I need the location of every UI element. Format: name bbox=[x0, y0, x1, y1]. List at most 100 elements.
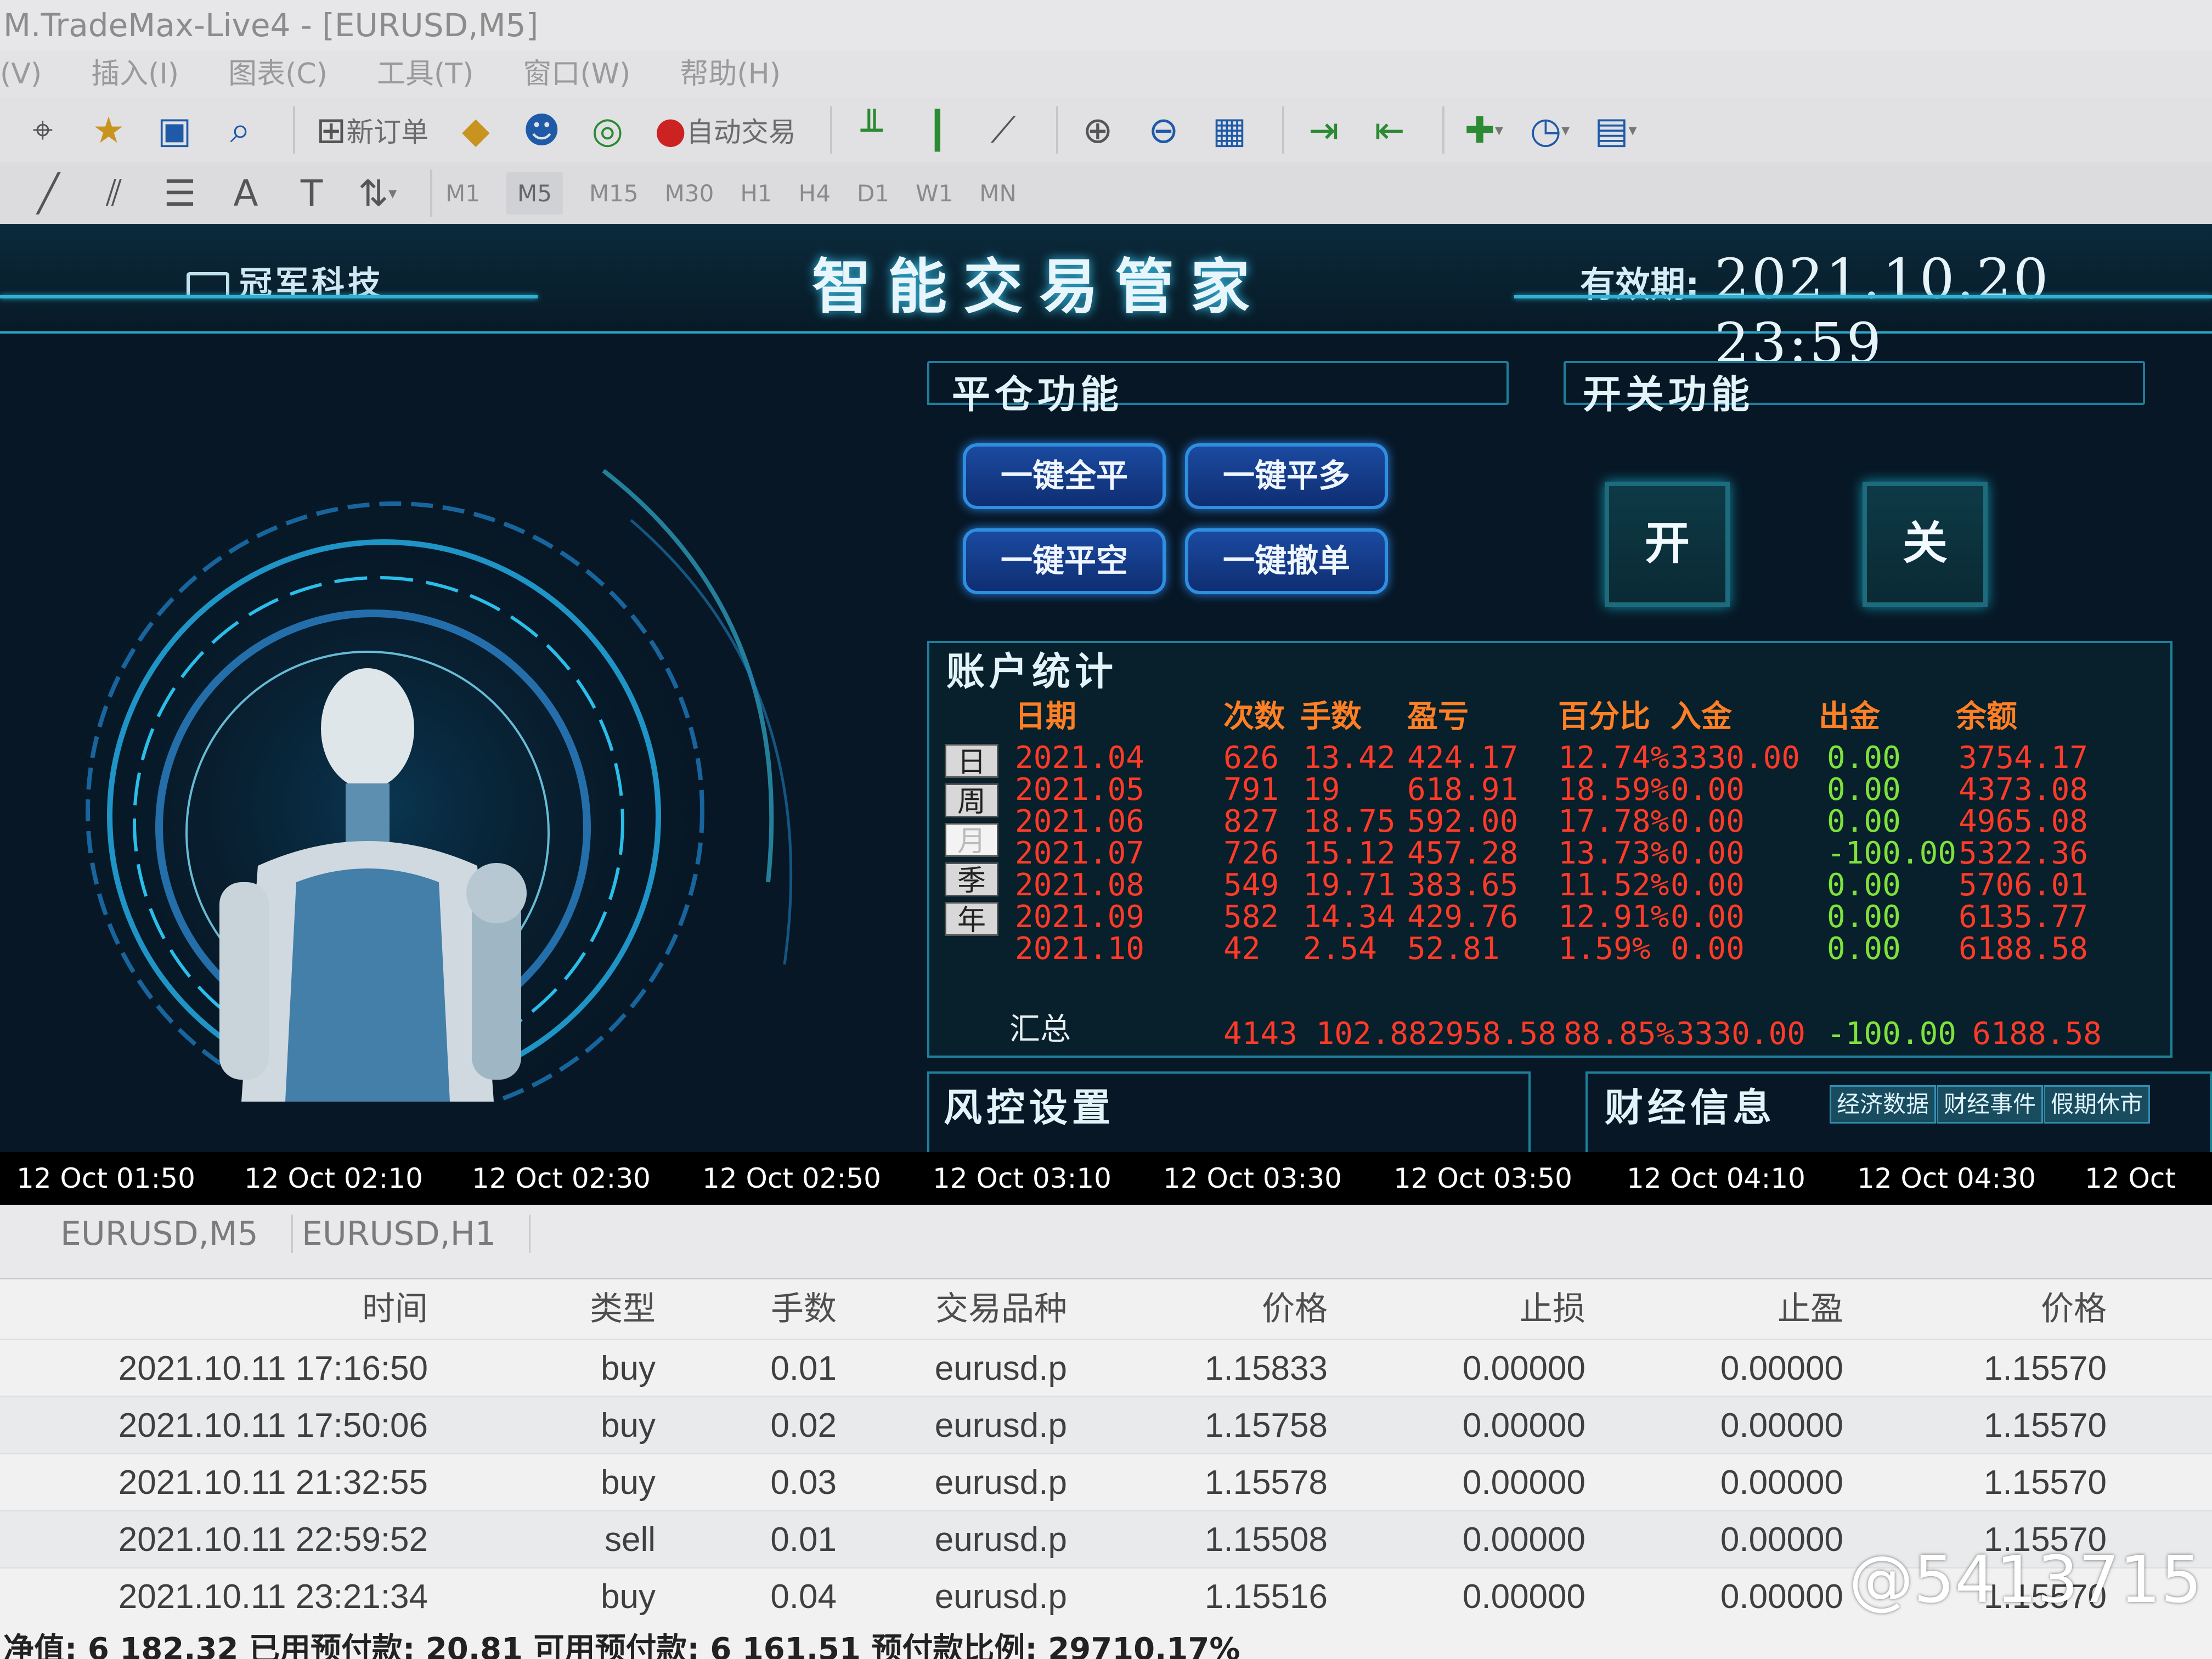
table-row[interactable]: 2021.10.11 17:50:06 buy 0.02 eurusd.p 1.1575… bbox=[0, 1396, 2212, 1453]
timeframe-m1[interactable]: M1 bbox=[445, 180, 480, 207]
col-header-sl[interactable]: 止损 bbox=[1339, 1279, 1585, 1339]
timeframe-w1[interactable]: W1 bbox=[916, 180, 953, 207]
stats-cell-pct: 12.91% bbox=[1558, 899, 1669, 935]
standard-toolbar: ⌖ ★ ▣ ⌕ ⊞ 新订单 ◆ ☻ ◎ ● 自动交易 ╨ ┃ ⟋ ⊕ ⊖ ▦ ⇥ ⇤… bbox=[0, 98, 2212, 162]
table-row[interactable]: 2021.10.11 21:32:55 buy 0.03 eurusd.p 1.1557… bbox=[0, 1453, 2212, 1510]
col-header-time[interactable]: 时间 bbox=[110, 1279, 428, 1339]
stats-cell-pnl: 592.00 bbox=[1407, 804, 1519, 839]
cancel-orders-button[interactable]: 一键撤单 bbox=[1185, 528, 1388, 594]
table-cell: 2021.10.11 23:21:34 bbox=[118, 1578, 428, 1616]
total-label: 汇总 bbox=[1009, 1012, 1071, 1047]
switch-off-button[interactable]: 关 bbox=[1863, 482, 1988, 607]
market-watch-icon[interactable]: ▣ bbox=[148, 105, 201, 155]
stats-cell-balance: 5322.36 bbox=[1959, 836, 2089, 871]
crosshair-icon[interactable]: ⌖ bbox=[16, 105, 69, 155]
tile-windows-icon[interactable]: ▦ bbox=[1203, 105, 1256, 155]
text-icon[interactable]: A bbox=[219, 168, 272, 218]
bar-chart-icon[interactable]: ╨ bbox=[845, 105, 898, 155]
close-short-button[interactable]: 一键平空 bbox=[963, 528, 1166, 594]
stats-cell-withdraw: 0.00 bbox=[1827, 867, 1901, 903]
timeframe-mn[interactable]: MN bbox=[979, 180, 1017, 207]
col-header-volume[interactable]: 手数 bbox=[664, 1279, 837, 1339]
zoom-out-icon[interactable]: ⊖ bbox=[1137, 105, 1190, 155]
text-label-icon[interactable]: T bbox=[285, 168, 338, 218]
period-week-button[interactable]: 周 bbox=[945, 783, 998, 819]
menu-tools[interactable]: 工具(T) bbox=[377, 50, 473, 98]
close-all-button[interactable]: 一键全平 bbox=[963, 443, 1166, 509]
time-tick: 12 Oct 03:10 bbox=[933, 1163, 1111, 1194]
news-tab-economic-data[interactable]: 经济数据 bbox=[1830, 1085, 1937, 1124]
toolbar-separator bbox=[1442, 106, 1444, 154]
timeframe-h4[interactable]: H4 bbox=[799, 180, 831, 207]
table-cell: 0.03 bbox=[770, 1464, 837, 1502]
toolbar-separator bbox=[430, 170, 432, 217]
fibonacci-icon[interactable]: ☰ bbox=[154, 168, 206, 218]
menu-insert[interactable]: 插入(I) bbox=[91, 50, 179, 98]
switch-on-button[interactable]: 开 bbox=[1605, 482, 1730, 607]
chart-shift-icon[interactable]: ⇤ bbox=[1363, 105, 1416, 155]
line-chart-icon[interactable]: ⟋ bbox=[977, 105, 1030, 155]
candlestick-icon[interactable]: ┃ bbox=[911, 105, 964, 155]
equidistant-channel-icon[interactable]: ⫽ bbox=[88, 168, 140, 218]
col-header-balance: 余额 bbox=[1956, 699, 2017, 735]
auto-trading-label: 自动交易 bbox=[686, 116, 796, 148]
auto-trading-button[interactable]: ● 自动交易 bbox=[647, 105, 804, 155]
tab-eurusd-m5[interactable]: EURUSD,M5 bbox=[60, 1215, 293, 1253]
templates-icon[interactable]: ▤ ▾ bbox=[1589, 105, 1642, 155]
period-month-button[interactable]: 月 bbox=[945, 823, 998, 858]
menu-help[interactable]: 帮助(H) bbox=[680, 50, 781, 98]
new-order-button[interactable]: ⊞ 新订单 bbox=[308, 105, 436, 155]
autoscroll-icon[interactable]: ⇥ bbox=[1297, 105, 1350, 155]
menu-window[interactable]: 窗口(W) bbox=[523, 50, 630, 98]
timeframe-m15[interactable]: M15 bbox=[589, 180, 639, 207]
col-header-symbol[interactable]: 交易品种 bbox=[845, 1279, 1067, 1339]
close-long-button[interactable]: 一键平多 bbox=[1185, 443, 1388, 509]
stats-cell-pct: 1.59% bbox=[1558, 931, 1651, 967]
zoom-window-icon[interactable]: ⌕ bbox=[214, 105, 267, 155]
timeframe-m5[interactable]: M5 bbox=[506, 172, 563, 215]
period-quarter-button[interactable]: 季 bbox=[945, 862, 998, 898]
news-tab-financial-events[interactable]: 财经事件 bbox=[1937, 1085, 2044, 1124]
stats-cell-withdraw: 0.00 bbox=[1827, 740, 1901, 776]
ea-header: 冠军科技 智能交易管家 有效期: 2021.10.20 23:59 bbox=[0, 224, 2212, 375]
indicators-icon[interactable]: ✚ ▾ bbox=[1458, 105, 1510, 155]
col-header-tp[interactable]: 止盈 bbox=[1596, 1279, 1843, 1339]
table-row[interactable]: 2021.10.11 17:16:50 buy 0.01 eurusd.p 1.1583… bbox=[0, 1339, 2212, 1396]
time-tick: 12 Oct 04:30 bbox=[1857, 1163, 2036, 1194]
news-section-title: 财经信息 bbox=[1605, 1085, 1776, 1130]
table-cell: 1.15508 bbox=[1204, 1521, 1328, 1559]
toolbar-separator bbox=[830, 106, 832, 154]
arrows-icon[interactable]: ⇅ ▾ bbox=[351, 168, 404, 218]
metaeditor-icon[interactable]: ◆ bbox=[449, 105, 502, 155]
accounts-icon[interactable]: ☻ bbox=[515, 105, 568, 155]
stats-section-title: 账户统计 bbox=[946, 649, 1118, 694]
time-tick: 12 Oct 04:10 bbox=[1627, 1163, 1805, 1194]
chart-area[interactable]: 冠军科技 智能交易管家 有效期: 2021.10.20 23:59 平仓功能 一… bbox=[0, 224, 2212, 1156]
menu-charts[interactable]: 图表(C) bbox=[228, 50, 328, 98]
stats-cell-withdraw: 0.00 bbox=[1827, 899, 1901, 935]
stats-cell-balance: 6188.58 bbox=[1959, 931, 2089, 967]
favorites-icon[interactable]: ★ bbox=[82, 105, 135, 155]
table-cell: 0.02 bbox=[770, 1407, 837, 1444]
news-tab-holidays[interactable]: 假期休市 bbox=[2044, 1085, 2151, 1124]
signals-icon[interactable]: ◎ bbox=[581, 105, 634, 155]
timeframe-h1[interactable]: H1 bbox=[740, 180, 772, 207]
trendline-icon[interactable]: ╱ bbox=[22, 168, 75, 218]
menu-view[interactable]: (V) bbox=[0, 50, 42, 98]
zoom-in-icon[interactable]: ⊕ bbox=[1071, 105, 1124, 155]
timeframe-m30[interactable]: M30 bbox=[665, 180, 714, 207]
col-header-price[interactable]: 价格 bbox=[1075, 1279, 1328, 1339]
period-year-button[interactable]: 年 bbox=[945, 902, 998, 937]
time-tick: 12 Oct 02:50 bbox=[702, 1163, 881, 1194]
stats-cell-balance: 3754.17 bbox=[1959, 740, 2089, 776]
table-cell: 0.00000 bbox=[1720, 1464, 1843, 1502]
period-day-button[interactable]: 日 bbox=[945, 744, 998, 779]
timeframe-d1[interactable]: D1 bbox=[857, 180, 889, 207]
table-cell: buy bbox=[601, 1407, 656, 1444]
col-header-current-price[interactable]: 价格 bbox=[1854, 1279, 2107, 1339]
header-accent-line bbox=[1514, 295, 2212, 298]
header-accent-line bbox=[0, 295, 538, 298]
tab-eurusd-h1[interactable]: EURUSD,H1 bbox=[302, 1215, 531, 1253]
periods-icon[interactable]: ◷ ▾ bbox=[1523, 105, 1576, 155]
col-header-type[interactable]: 类型 bbox=[439, 1279, 656, 1339]
